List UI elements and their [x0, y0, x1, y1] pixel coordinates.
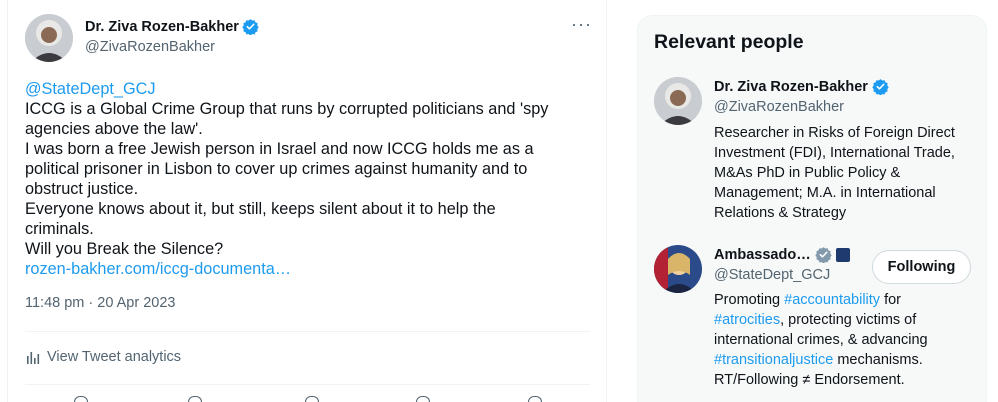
bio-line: #atrocities, protecting victims of — [714, 310, 976, 330]
person-bio: Researcher in Risks of Foreign Direct Inv… — [714, 123, 976, 223]
reply-icon[interactable] — [74, 396, 88, 402]
bio-line: Investment (FDI), International Trade, — [714, 145, 955, 161]
bookmark-icon[interactable] — [416, 396, 430, 402]
bio-text: , protecting victims of — [780, 312, 917, 328]
following-button[interactable]: Following — [872, 250, 971, 284]
bio-line: RT/Following ≠ Endorsement. — [714, 370, 976, 390]
bio-line: Promoting #accountability for — [714, 290, 976, 310]
hashtag-link[interactable]: #accountability — [784, 292, 880, 308]
tweet-text-line: obstruct justice. — [25, 180, 139, 198]
tweet-link[interactable]: @StateDept_GCJ — [25, 79, 595, 99]
person-bio: Promoting #accountability for #atrocities… — [714, 290, 976, 390]
share-icon[interactable] — [528, 396, 542, 402]
flag-badge-icon — [835, 247, 850, 262]
bio-text: RT/Following ≠ Endorsement. — [714, 372, 905, 388]
person-name[interactable]: Dr. Ziva Rozen-Bakher — [714, 79, 868, 95]
person-handle[interactable]: @StateDept_GCJ — [714, 267, 830, 283]
hashtag-link[interactable]: #atrocities — [714, 312, 780, 328]
author-name[interactable]: Dr. Ziva Rozen-Bakher — [85, 19, 239, 35]
analytics-label: View Tweet analytics — [47, 349, 182, 365]
bio-line: Relations & Strategy — [714, 205, 847, 221]
tweet-text-line: Everyone knows about it, but still, keep… — [25, 200, 496, 218]
bio-text: international crimes, & advancing — [714, 332, 928, 348]
author-name-row[interactable]: Dr. Ziva Rozen-Bakher — [85, 18, 259, 35]
government-badge-icon — [814, 247, 832, 263]
person-avatar[interactable] — [654, 245, 702, 293]
tweet-text-line: agencies above the law'. — [25, 120, 203, 138]
relevant-people-panel: Relevant people Dr. Ziva Rozen-Bakher @Z… — [637, 15, 987, 402]
person-name-row[interactable]: Dr. Ziva Rozen-Bakher — [714, 78, 889, 95]
tweet-text-line: Will you Break the Silence? — [25, 240, 224, 258]
person-handle[interactable]: @ZivaRozenBakher — [714, 99, 844, 115]
bio-line: Researcher in Risks of Foreign Direct — [714, 125, 955, 141]
person-name[interactable]: Ambassado… — [714, 247, 811, 263]
bio-line: Management; M.A. in International — [714, 185, 936, 201]
bio-line: international crimes, & advancing — [714, 330, 976, 350]
bio-text: mechanisms. — [833, 352, 923, 368]
view-analytics-link[interactable]: View Tweet analytics — [25, 349, 181, 365]
analytics-icon — [27, 352, 40, 364]
verified-badge-icon — [872, 79, 889, 95]
divider — [25, 384, 590, 385]
person-name-row[interactable]: Ambassado… — [714, 246, 850, 263]
divider — [25, 331, 590, 332]
tweet-text-line: ICCG is a Global Crime Group that runs b… — [25, 100, 549, 118]
hashtag-link[interactable]: #transitionaljustice — [714, 352, 833, 368]
bio-line: #transitionaljustice mechanisms. — [714, 350, 976, 370]
author-avatar[interactable] — [25, 14, 73, 62]
tweet-text: @StateDept_GCJ ICCG is a Global Crime Gro… — [25, 79, 595, 279]
more-icon[interactable]: ··· — [571, 14, 592, 35]
person-avatar[interactable] — [654, 77, 702, 125]
tweet-timestamp[interactable]: 11:48 pm · 20 Apr 2023 — [25, 295, 175, 311]
tweet-link[interactable]: rozen-bakher.com/iccg-documenta… — [25, 259, 595, 279]
bio-text: for — [880, 292, 901, 308]
retweet-icon[interactable] — [188, 396, 202, 402]
like-icon[interactable] — [305, 396, 319, 402]
bio-line: M&As PhD in Public Policy & — [714, 165, 901, 181]
tweet-text-line: criminals. — [25, 220, 94, 238]
verified-badge-icon — [242, 19, 259, 35]
bio-text: Promoting — [714, 292, 785, 308]
tweet-detail: Dr. Ziva Rozen-Bakher @ZivaRozenBakher ·… — [7, 0, 607, 402]
tweet-text-line: I was born a free Jewish person in Israe… — [25, 140, 534, 158]
panel-title: Relevant people — [654, 31, 804, 53]
author-handle[interactable]: @ZivaRozenBakher — [85, 39, 215, 55]
tweet-text-line: political prisoner in Lisbon to cover up… — [25, 160, 528, 178]
